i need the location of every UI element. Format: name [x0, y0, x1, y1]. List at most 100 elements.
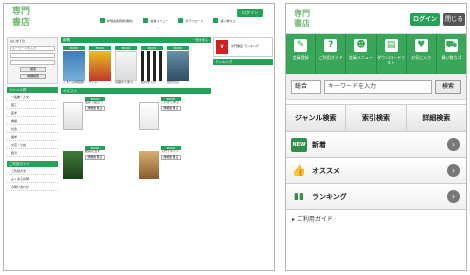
- genre-item[interactable]: 社会: [7, 125, 58, 133]
- topnav-cart[interactable]: 買い物カゴ: [213, 18, 235, 23]
- genre-item[interactable]: 理工: [7, 101, 58, 109]
- rec-item[interactable]: BOOK 入門テキスト 詳細を見る: [139, 145, 209, 191]
- book-cover[interactable]: [167, 51, 189, 81]
- topnav-member[interactable]: 会員メニュー: [143, 18, 168, 23]
- book-item[interactable]: BOOK 基礎から学ぶ: [115, 46, 137, 85]
- desktop-login-button[interactable]: ログイン: [237, 9, 263, 17]
- search-input[interactable]: キーワードを入力: [324, 79, 432, 94]
- row-new[interactable]: NEW 新着 ›: [286, 132, 466, 158]
- book-title[interactable]: くすりの地図帳: [63, 80, 85, 85]
- mobile-guide-link[interactable]: ▸ ご利用ガイド: [286, 210, 466, 230]
- search-button[interactable]: 検索: [20, 66, 46, 72]
- book-cover[interactable]: [63, 51, 85, 81]
- search-title: はじめての: [10, 39, 26, 43]
- tab-genre-search[interactable]: ジャンル検索: [286, 105, 347, 131]
- thumbs-up-icon: 👍: [292, 163, 306, 177]
- register-icon: [100, 18, 105, 23]
- rec-item[interactable]: BOOK 腰痛を治す 詳細を見る: [63, 145, 133, 191]
- genre-select[interactable]: [10, 52, 55, 58]
- logo-line2: 書店: [294, 18, 310, 28]
- row-ranking[interactable]: ▮▮ ランキング ›: [286, 184, 466, 210]
- keyword-input[interactable]: キーワードを入力: [10, 45, 55, 51]
- detail-search-button[interactable]: 詳細検索: [20, 73, 46, 79]
- rec-detail-button[interactable]: 詳細を見る: [85, 106, 105, 112]
- book-cover[interactable]: [89, 51, 111, 81]
- search-button[interactable]: 検索: [435, 79, 461, 94]
- new-head-label: 新着: [63, 38, 70, 42]
- desktop-header: 専門 書店 新規会員登録(無料) 会員メニュー ダウンロード 買い物カゴ ログイ…: [4, 4, 274, 34]
- logo-line1: 専門: [11, 7, 30, 17]
- guide-item[interactable]: よくある質問: [7, 175, 58, 183]
- genre-item[interactable]: 経済: [7, 149, 58, 157]
- mobile-search-bar: 総合 キーワードを入力 検索: [286, 74, 466, 100]
- menu-favorite[interactable]: ♥ お気に入り: [407, 34, 437, 74]
- menu-cart[interactable]: ⛟ 買い物カゴ: [437, 34, 466, 74]
- book-item[interactable]: BOOK サバい: [89, 46, 111, 85]
- search-scope-select[interactable]: 総合: [291, 79, 321, 94]
- menu-member[interactable]: ☻ 会員メニュー: [346, 34, 377, 74]
- menu-download[interactable]: ▤ ダウンロードリスト: [377, 34, 407, 74]
- book-title[interactable]: サバい: [89, 80, 111, 85]
- rec-item[interactable]: BOOK これから学ぶ 詳細を見る: [139, 96, 209, 142]
- guide-item[interactable]: お問い合わせ: [7, 183, 58, 191]
- genre-item[interactable]: 一般書・人文: [7, 93, 58, 101]
- menu-register[interactable]: ✎ 会員登録: [286, 34, 317, 74]
- member-icon: [143, 18, 149, 23]
- desktop-main: 新着 一覧を見る BOOK くすりの地図帳 BOOK サバい BOOK 基礎から…: [61, 37, 211, 194]
- row-recommend[interactable]: 👍 オススメ ›: [286, 158, 466, 184]
- book-title[interactable]: 統計学入門: [141, 80, 163, 85]
- rec-grid: BOOK 臨床で役立つ 詳細を見る BOOK これから学ぶ 詳細を見る BOOK…: [61, 94, 211, 194]
- rec-cover[interactable]: [139, 150, 159, 179]
- rec-cover[interactable]: [139, 101, 159, 130]
- rec-cover[interactable]: [63, 150, 83, 179]
- book-cover[interactable]: [115, 51, 137, 81]
- chevron-right-icon: ›: [447, 164, 460, 177]
- genre-item[interactable]: 語学: [7, 133, 58, 141]
- guide-item[interactable]: ご利用方法: [7, 167, 58, 175]
- new-books: BOOK くすりの地図帳 BOOK サバい BOOK 基礎から学ぶ BOOK 統…: [61, 43, 211, 88]
- new-more-link[interactable]: 一覧を見る: [193, 37, 208, 43]
- tab-index-search[interactable]: 索引検索: [346, 105, 407, 131]
- genre-item[interactable]: 文芸・小説: [7, 141, 58, 149]
- ranking-icon: ▮▮: [294, 191, 304, 202]
- genre-item[interactable]: 看護: [7, 117, 58, 125]
- book-title[interactable]: 世界の山: [167, 80, 189, 85]
- mobile-login-button[interactable]: ログイン: [410, 13, 440, 26]
- download-icon: [178, 18, 184, 23]
- rec-head-label: オススメ: [63, 88, 77, 93]
- new-section-head: 新着 一覧を見る: [61, 37, 211, 43]
- rec-detail-button[interactable]: 詳細を見る: [161, 106, 181, 112]
- book-item[interactable]: BOOK 統計学入門: [141, 46, 163, 85]
- mobile-search-tabs: ジャンル検索 索引検索 詳細検索: [286, 104, 466, 132]
- row-label: ランキング: [312, 192, 347, 201]
- topnav-download[interactable]: ダウンロード: [178, 18, 203, 23]
- book-item[interactable]: BOOK くすりの地図帳: [63, 46, 85, 85]
- search-box: はじめての キーワードを入力 検索 詳細検索: [7, 37, 58, 84]
- cart-icon: [213, 18, 219, 23]
- rec-item[interactable]: BOOK 臨床で役立つ 詳細を見る: [63, 96, 133, 142]
- row-label: オススメ: [312, 166, 340, 175]
- rec-detail-button[interactable]: 詳細を見る: [161, 155, 181, 161]
- mobile-close-button[interactable]: 閉じる: [443, 13, 465, 26]
- mobile-icon-menu: ✎ 会員登録 ? ご利用ガイド ☻ 会員メニュー ▤ ダウンロードリスト ♥ お…: [286, 34, 466, 74]
- type-select[interactable]: [10, 59, 55, 65]
- book-cover[interactable]: [141, 51, 163, 81]
- book-title[interactable]: 基礎から学ぶ: [115, 80, 137, 85]
- desktop-topnav: 新規会員登録(無料) 会員メニュー ダウンロード 買い物カゴ: [100, 18, 235, 23]
- menu-guide[interactable]: ? ご利用ガイド: [316, 34, 347, 74]
- rec-title[interactable]: 入門テキスト: [161, 149, 181, 154]
- mobile-logo[interactable]: 専門 書店: [292, 8, 312, 30]
- book-badge: BOOK: [141, 46, 163, 50]
- rec-title[interactable]: これから学ぶ: [161, 100, 181, 105]
- rec-title[interactable]: 臨床で役立つ: [85, 100, 105, 105]
- book-item[interactable]: BOOK 世界の山: [167, 46, 189, 85]
- rec-section-head: オススメ: [61, 87, 211, 94]
- banner-ad[interactable]: V 専門書店 ランキング: [213, 37, 273, 57]
- rec-detail-button[interactable]: 詳細を見る: [85, 155, 105, 161]
- rec-cover[interactable]: [63, 101, 83, 130]
- site-logo[interactable]: 専門 書店: [10, 7, 32, 31]
- genre-item[interactable]: 医学: [7, 109, 58, 117]
- rec-title[interactable]: 腰痛を治す: [85, 149, 105, 154]
- topnav-register[interactable]: 新規会員登録(無料): [100, 18, 133, 23]
- tab-detail-search[interactable]: 詳細検索: [406, 105, 466, 131]
